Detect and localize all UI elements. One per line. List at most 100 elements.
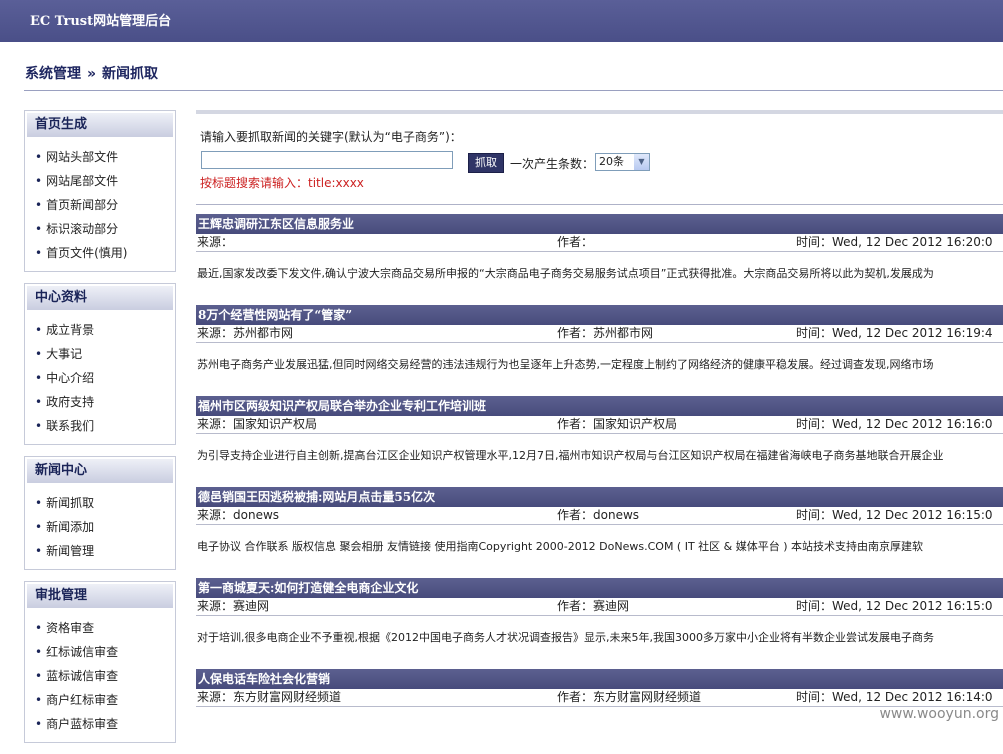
sidebar-group: 中心资料 • 成立背景 • 大事记 • 中心介绍 • 政府支持 • 联系我们 — [24, 283, 176, 445]
sidebar-item-label: 首页文件(慎用) — [46, 246, 128, 260]
sidebar-item-label: 红标诚信审查 — [46, 645, 119, 659]
news-title[interactable]: 德邑销国王因逃税被捕:网站月点击量55亿次 — [196, 487, 1003, 507]
news-author: 作者：东方财富网财经频道 — [557, 689, 701, 706]
breadcrumb-root[interactable]: 系统管理 — [25, 66, 81, 82]
news-time-value: Wed, 12 Dec 2012 16:19:4 — [832, 326, 993, 340]
sidebar-item-list: • 成立背景 • 大事记 • 中心介绍 • 政府支持 • 联系我们 — [25, 312, 175, 444]
sidebar-item-label: 大事记 — [46, 347, 83, 361]
sidebar-item-label: 资格审查 — [46, 621, 95, 635]
news-time: 时间：Wed, 12 Dec 2012 16:15:0 — [796, 598, 993, 615]
sidebar-item[interactable]: • 大事记 — [35, 342, 175, 366]
sidebar-item[interactable]: • 新闻抓取 — [35, 491, 175, 515]
news-meta: 来源：赛迪网 作者：赛迪网 时间：Wed, 12 Dec 2012 16:15:0 — [196, 598, 1003, 615]
watermark: www.wooyun.org — [879, 706, 999, 722]
sidebar-item-label: 蓝标诚信审查 — [46, 669, 119, 683]
sidebar-item-label: 首页新闻部分 — [46, 198, 119, 212]
bullet-icon: • — [35, 645, 43, 659]
sidebar-item[interactable]: • 政府支持 — [35, 390, 175, 414]
news-source-value: donews — [233, 508, 280, 522]
news-source-value: 赛迪网 — [233, 599, 270, 613]
sidebar-item[interactable]: • 中心介绍 — [35, 366, 175, 390]
news-time-value: Wed, 12 Dec 2012 16:14:0 — [832, 690, 993, 704]
sidebar-item[interactable]: • 商户蓝标审查 — [35, 712, 175, 736]
news-author: 作者：赛迪网 — [557, 598, 629, 615]
bullet-icon: • — [35, 520, 43, 534]
sidebar-item-label: 商户蓝标审查 — [46, 717, 119, 731]
sidebar-item[interactable]: • 标识滚动部分 — [35, 217, 175, 241]
news-source-label: 来源： — [197, 599, 234, 613]
news-author-label: 作者： — [557, 690, 594, 704]
sidebar-item-label: 政府支持 — [46, 395, 95, 409]
sidebar-item-label: 网站头部文件 — [46, 150, 119, 164]
count-select[interactable]: 20条 ▼ — [595, 153, 650, 171]
bullet-icon: • — [35, 717, 43, 731]
news-time: 时间：Wed, 12 Dec 2012 16:16:0 — [796, 416, 993, 433]
breadcrumb: 系统管理 » 新闻抓取 — [25, 63, 158, 83]
news-title[interactable]: 人保电话车险社会化营销 — [196, 669, 1003, 689]
main-content: 请输入要抓取新闻的关键字(默认为“电子商务”)： 抓取 一次产生条数： 20条 … — [196, 110, 1003, 724]
news-item: 德邑销国王因逃税被捕:网站月点击量55亿次 来源：donews 作者：donews 时… — [196, 487, 1003, 569]
news-title[interactable]: 8万个经营性网站有了“管家” — [196, 305, 1003, 325]
sidebar-item[interactable]: • 首页文件(慎用) — [35, 241, 175, 265]
news-author: 作者：苏州都市网 — [557, 325, 653, 342]
sidebar-item-label: 联系我们 — [46, 419, 95, 433]
sidebar-group-title[interactable]: 新闻中心 — [27, 459, 173, 483]
news-summary: 电子协议 合作联系 版权信息 聚会相册 友情链接 使用指南Copyright 2… — [197, 540, 924, 553]
news-title[interactable]: 福州市区两级知识产权局联合举办企业专利工作培训班 — [196, 396, 1003, 416]
news-author: 作者： — [557, 234, 593, 251]
sidebar-item[interactable]: • 成立背景 — [35, 318, 175, 342]
news-meta: 来源： 国家知识产权局 作者：国家知识产权局 时间：Wed, 12 Dec 2012 … — [196, 416, 1003, 433]
count-select-value: 20条 — [599, 155, 624, 168]
bullet-icon: • — [35, 371, 43, 385]
sidebar-item[interactable]: • 网站尾部文件 — [35, 169, 175, 193]
news-summary: 对于培训,很多电商企业不予重视,根据《2012中国电子商务人才状况调查报告》显示… — [197, 631, 934, 644]
sidebar-item[interactable]: • 红标诚信审查 — [35, 640, 175, 664]
sidebar-item[interactable]: • 新闻添加 — [35, 515, 175, 539]
sidebar-item[interactable]: • 新闻管理 — [35, 539, 175, 563]
fetch-button[interactable]: 抓取 — [468, 153, 504, 173]
sidebar-item[interactable]: • 联系我们 — [35, 414, 175, 438]
news-time: 时间：Wed, 12 Dec 2012 16:20:0 — [796, 234, 993, 251]
bullet-icon: • — [35, 246, 43, 260]
sidebar-group-title[interactable]: 首页生成 — [27, 113, 173, 137]
sidebar-item[interactable]: • 网站头部文件 — [35, 145, 175, 169]
news-author-label: 作者： — [557, 235, 594, 249]
news-author-label: 作者： — [557, 326, 594, 340]
bullet-icon: • — [35, 347, 43, 361]
news-meta: 来源： 作者： 时间：Wed, 12 Dec 2012 16:20:0 — [196, 234, 1003, 251]
news-source-label: 来源： — [197, 417, 234, 431]
news-author-label: 作者： — [557, 508, 594, 522]
news-author-value: 国家知识产权局 — [593, 417, 678, 431]
news-author-label: 作者： — [557, 417, 594, 431]
news-source: 来源：赛迪网 — [197, 598, 269, 615]
sidebar-item[interactable]: • 资格审查 — [35, 616, 175, 640]
main-top-divider — [196, 110, 1003, 114]
chevron-down-icon[interactable]: ▼ — [634, 154, 649, 170]
sidebar-item[interactable]: • 蓝标诚信审查 — [35, 664, 175, 688]
sidebar-item-label: 商户红标审查 — [46, 693, 119, 707]
sidebar-item-label: 标识滚动部分 — [46, 222, 119, 236]
app-title: EC Trust网站管理后台 — [30, 14, 172, 29]
keyword-prompt: 请输入要抓取新闻的关键字(默认为“电子商务”)： — [200, 130, 462, 144]
news-time-value: Wed, 12 Dec 2012 16:15:0 — [832, 599, 993, 613]
news-item: 王辉忠调研江东区信息服务业 来源： 作者： 时间：Wed, 12 Dec 2012 1… — [196, 214, 1003, 296]
news-author: 作者：国家知识产权局 — [557, 416, 677, 433]
sidebar-group-title[interactable]: 中心资料 — [27, 286, 173, 310]
sidebar-item-label: 网站尾部文件 — [46, 174, 119, 188]
news-source: 来源：东方财富网财经频道 — [197, 689, 341, 706]
bullet-icon: • — [35, 496, 43, 510]
bullet-icon: • — [35, 544, 43, 558]
news-title[interactable]: 王辉忠调研江东区信息服务业 — [196, 214, 1003, 234]
bullet-icon: • — [35, 198, 43, 212]
bullet-icon: • — [35, 222, 43, 236]
news-author-value: 东方财富网财经频道 — [593, 690, 702, 704]
sidebar-item[interactable]: • 商户红标审查 — [35, 688, 175, 712]
sidebar-item[interactable]: • 首页新闻部分 — [35, 193, 175, 217]
keyword-input[interactable] — [201, 151, 453, 169]
sidebar-group-title[interactable]: 审批管理 — [27, 584, 173, 608]
news-time-value: Wed, 12 Dec 2012 16:16:0 — [832, 417, 993, 431]
sidebar-group: 新闻中心 • 新闻抓取 • 新闻添加 • 新闻管理 — [24, 456, 176, 570]
news-title[interactable]: 第一商城夏天:如何打造健全电商企业文化 — [196, 578, 1003, 598]
news-time: 时间：Wed, 12 Dec 2012 16:14:0 — [796, 689, 993, 706]
news-time-label: 时间： — [796, 690, 833, 704]
